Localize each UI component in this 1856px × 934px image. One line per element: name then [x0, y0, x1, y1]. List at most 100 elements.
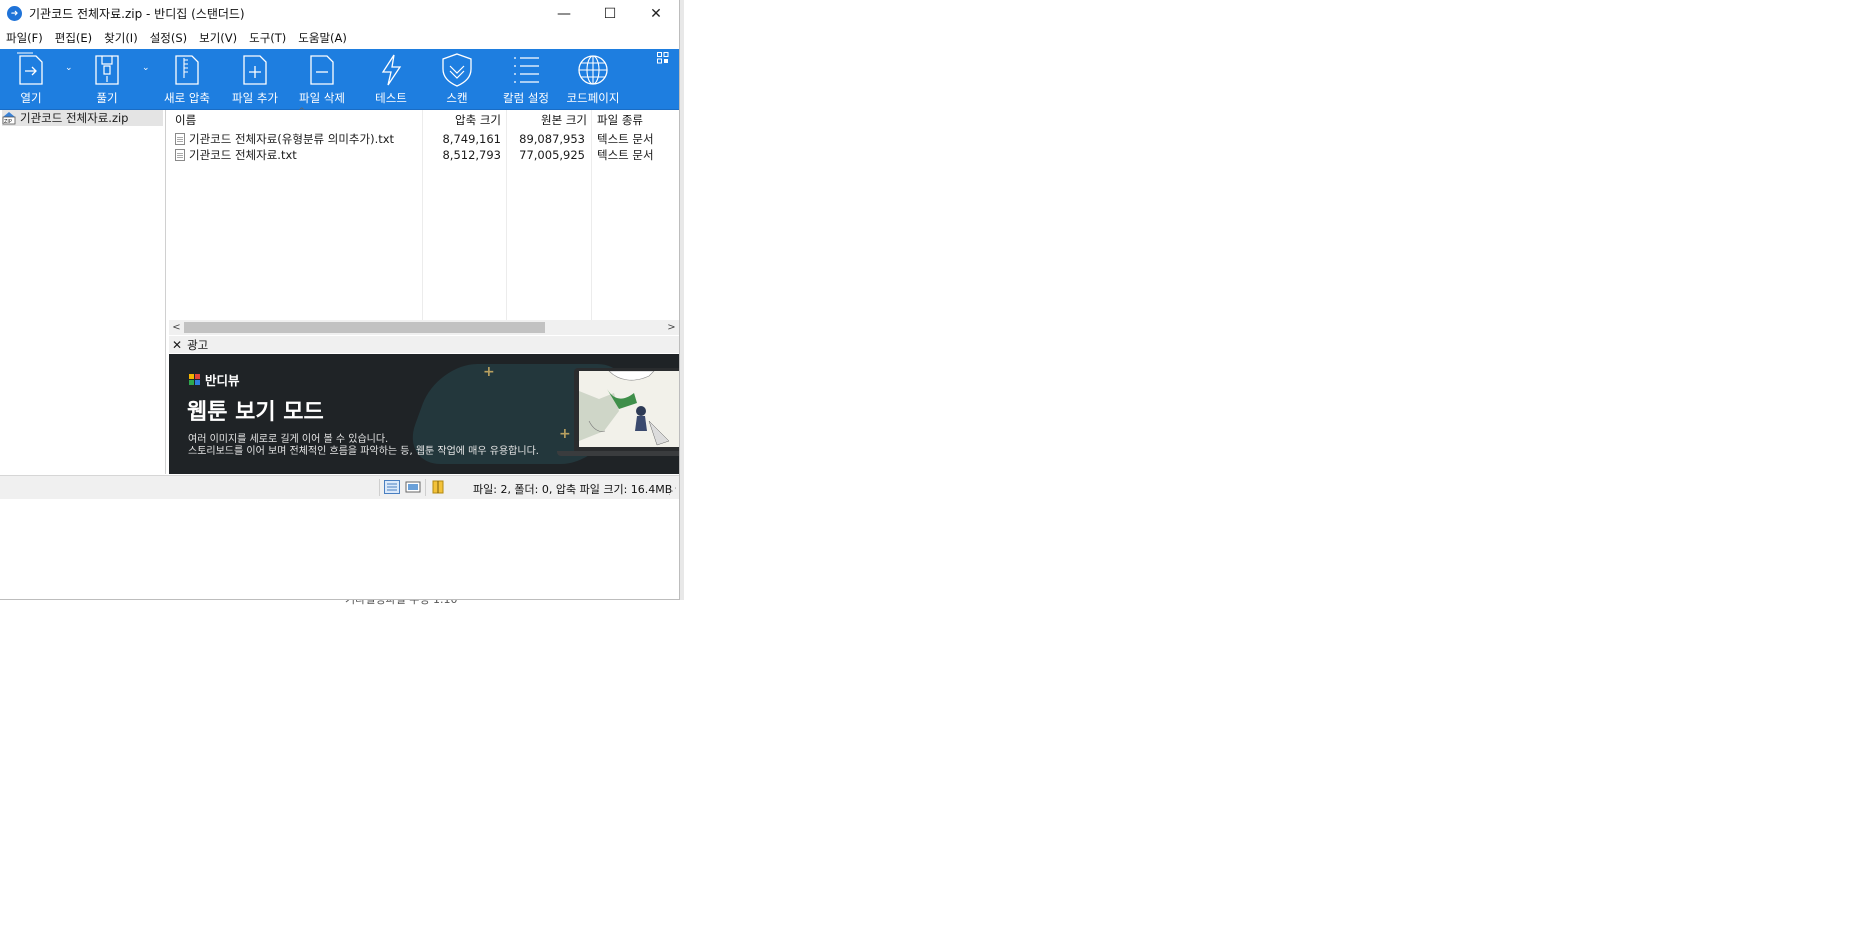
file-type: 텍스트 문서	[597, 132, 654, 146]
column-header-compressed-label: 압축 크기	[455, 113, 501, 127]
menu-tools[interactable]: 도구(T)	[243, 30, 292, 46]
column-header-type[interactable]: 파일 종류	[597, 110, 677, 130]
add-file-icon	[243, 55, 267, 85]
delete-file-icon	[310, 55, 334, 85]
ad-title: 웹툰 보기 모드	[187, 400, 324, 425]
maximize-button[interactable]: ☐	[587, 0, 633, 27]
codepage-label: 코드페이지	[566, 91, 620, 105]
shield-icon	[442, 53, 472, 87]
status-divider	[425, 479, 426, 496]
details-view-icon[interactable]	[384, 480, 400, 494]
tree-item-label: 기관코드 전체자료.zip	[20, 111, 129, 125]
test-label: 테스트	[375, 91, 407, 105]
open-button[interactable]: 열기	[14, 49, 48, 109]
toolbar: 열기 ⌄ 풀기 ⌄ 새로 압축 파일 추가 파일 삭제 테스트 스캔 칼럼 설정…	[0, 49, 679, 110]
add-file-button[interactable]: 파일 추가	[232, 49, 278, 109]
lightning-icon	[381, 54, 402, 86]
column-header-original[interactable]: 원본 크기	[507, 110, 587, 130]
resize-grip-icon[interactable]: ⋰	[668, 487, 677, 497]
close-ad-icon[interactable]: ✕	[172, 338, 182, 352]
column-header-name-label: 이름	[175, 113, 197, 127]
list-icon	[514, 57, 539, 83]
table-row[interactable]: 기관코드 전체자료(유형분류 의미추가).txt 8,749,161 89,08…	[169, 131, 679, 147]
file-type: 텍스트 문서	[597, 148, 654, 162]
plus-decoration-icon: +	[483, 364, 495, 380]
scan-label: 스캔	[446, 91, 468, 105]
archive-info-icon[interactable]	[431, 480, 447, 494]
scroll-left-icon[interactable]: <	[169, 320, 184, 335]
menu-file[interactable]: 파일(F)	[0, 30, 49, 46]
menu-view[interactable]: 보기(V)	[193, 30, 243, 46]
column-settings-button[interactable]: 칼럼 설정	[502, 49, 550, 109]
new-archive-button[interactable]: 새로 압축	[164, 49, 210, 109]
folder-tree: ZIP 기관코드 전체자료.zip	[0, 110, 166, 474]
menu-bar: 파일(F) 편집(E) 찾기(I) 설정(S) 보기(V) 도구(T) 도움말(…	[0, 27, 679, 49]
new-archive-icon	[175, 55, 199, 85]
background-window-edge	[680, 0, 684, 600]
close-button[interactable]: ✕	[633, 0, 679, 27]
scrollbar-thumb[interactable]	[184, 322, 545, 333]
original-size: 89,087,953	[519, 132, 585, 146]
status-bar: 파일: 2, 폴더: 0, 압축 파일 크기: 16.4MB ⋰	[0, 475, 679, 499]
window-title: 기관코드 전체자료.zip - 반디집 (스탠더드)	[29, 7, 245, 21]
column-header-name[interactable]: 이름 ^	[175, 107, 420, 130]
menu-help[interactable]: 도움말(A)	[292, 30, 353, 46]
column-header-compressed[interactable]: 압축 크기	[423, 110, 501, 130]
ad-header: ✕ 광고	[169, 336, 679, 353]
zip-archive-icon: ZIP	[2, 111, 16, 125]
globe-icon	[578, 55, 608, 85]
file-list: 이름 ^ 압축 크기 원본 크기 파일 종류 기관코드 전체자료(유형분류 의미…	[169, 107, 679, 320]
table-row[interactable]: 기관코드 전체자료.txt 8,512,793 77,005,925 텍스트 문…	[169, 147, 679, 163]
ad-brand: 반디뷰	[189, 370, 240, 389]
column-settings-label: 칼럼 설정	[503, 91, 549, 105]
open-dropdown-chevron-icon[interactable]: ⌄	[65, 63, 73, 73]
menu-edit[interactable]: 편집(E)	[49, 30, 98, 46]
tree-item-archive[interactable]: ZIP 기관코드 전체자료.zip	[2, 110, 163, 126]
new-archive-label: 새로 압축	[164, 91, 210, 105]
extract-button[interactable]: 풀기	[92, 49, 122, 109]
codepage-button[interactable]: 코드페이지	[566, 49, 620, 109]
file-name: 기관코드 전체자료.txt	[189, 148, 297, 162]
delete-file-label: 파일 삭제	[299, 91, 345, 105]
ad-brand-name: 반디뷰	[205, 373, 240, 388]
column-header-type-label: 파일 종류	[597, 113, 643, 127]
file-name-cell: 기관코드 전체자료(유형분류 의미추가).txt	[175, 131, 420, 147]
menu-find[interactable]: 찾기(I)	[98, 30, 144, 46]
bandizip-window: ➜ 기관코드 전체자료.zip - 반디집 (스탠더드) — ☐ ✕ 파일(F)…	[0, 0, 680, 600]
webtoon-preview-image	[579, 371, 679, 447]
layout-grid-icon[interactable]	[657, 52, 669, 64]
thumbnail-view-icon[interactable]	[405, 480, 421, 494]
minimize-button[interactable]: —	[541, 0, 587, 27]
text-file-icon	[175, 149, 185, 161]
horizontal-scrollbar[interactable]: < >	[169, 320, 679, 335]
svg-text:ZIP: ZIP	[4, 119, 12, 125]
status-divider	[379, 479, 380, 496]
ad-banner[interactable]: 반디뷰 웹툰 보기 모드 여러 이미지를 세로로 길게 이어 볼 수 있습니다.…	[169, 354, 679, 474]
scan-button[interactable]: 스캔	[440, 49, 474, 109]
laptop-base	[557, 451, 679, 456]
status-summary: 파일: 2, 폴더: 0, 압축 파일 크기: 16.4MB	[473, 483, 673, 496]
compressed-size: 8,749,161	[442, 132, 501, 146]
add-file-label: 파일 추가	[232, 91, 278, 105]
bandiview-logo-icon	[189, 374, 200, 385]
compressed-size: 8,512,793	[442, 148, 501, 162]
file-name-cell: 기관코드 전체자료.txt	[175, 147, 420, 163]
column-header-original-label: 원본 크기	[541, 113, 587, 127]
ad-description-line-2: 스토리보드를 이어 보며 전체적인 흐름을 파악하는 등, 웹툰 작업에 매우 …	[188, 446, 539, 457]
extract-dropdown-chevron-icon[interactable]: ⌄	[142, 63, 150, 73]
delete-file-button[interactable]: 파일 삭제	[299, 49, 345, 109]
window-controls: — ☐ ✕	[541, 0, 679, 27]
open-label: 열기	[20, 91, 42, 105]
sort-ascending-icon: ^	[298, 107, 306, 117]
scroll-right-icon[interactable]: >	[664, 320, 679, 335]
bandizip-app-icon: ➜	[7, 6, 22, 21]
title-bar: ➜ 기관코드 전체자료.zip - 반디집 (스탠더드) — ☐ ✕	[0, 0, 679, 27]
original-size: 77,005,925	[519, 148, 585, 162]
test-button[interactable]: 테스트	[374, 49, 408, 109]
extract-icon	[95, 55, 119, 85]
text-file-icon	[175, 133, 185, 145]
menu-settings[interactable]: 설정(S)	[144, 30, 193, 46]
ad-header-label: 광고	[187, 337, 209, 352]
extract-label: 풀기	[96, 91, 118, 105]
file-name: 기관코드 전체자료(유형분류 의미추가).txt	[189, 132, 395, 146]
